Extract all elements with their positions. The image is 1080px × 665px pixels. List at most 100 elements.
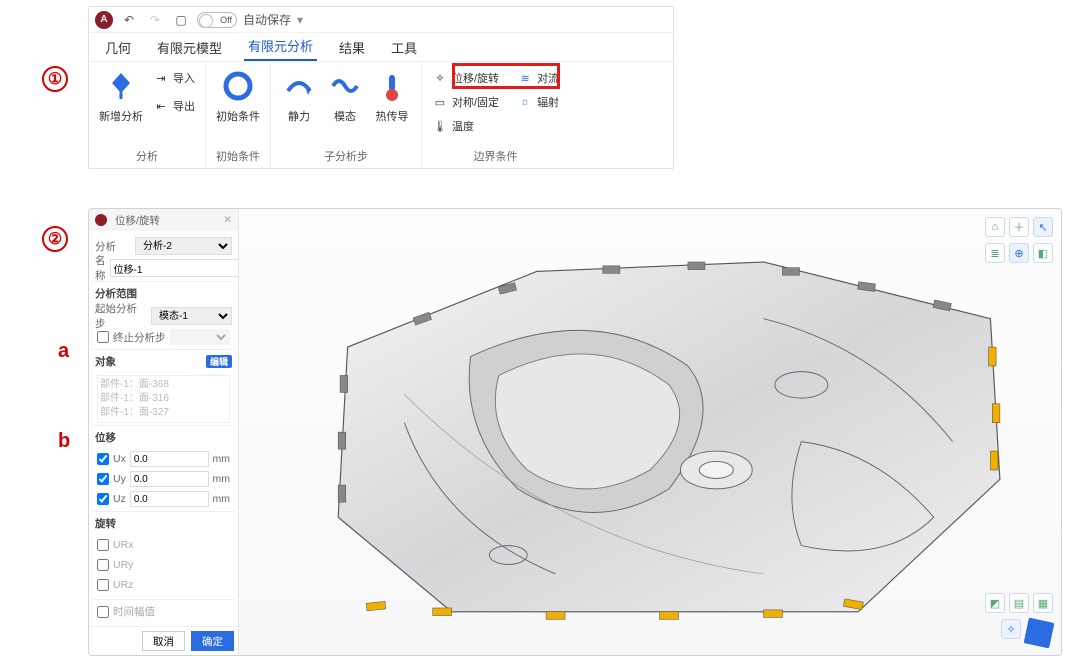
bc-symmetry-button[interactable]: ▭对称/固定 xyxy=(432,92,499,112)
urz-label: URz xyxy=(113,579,133,591)
vp-magnet-icon[interactable]: ⊕ xyxy=(1009,243,1029,263)
viewport-tools-bottom: ◩ ▤ ▦ ✧ xyxy=(985,593,1053,647)
bc-temperature-label: 温度 xyxy=(452,118,474,134)
panel-title: 位移/旋转 xyxy=(115,213,160,228)
undo-button[interactable]: ↶ xyxy=(119,10,139,30)
panel-close-icon[interactable]: ✕ xyxy=(223,214,232,226)
ok-button[interactable]: 确定 xyxy=(191,631,234,651)
vp-cube-icon[interactable]: ◧ xyxy=(1033,243,1053,263)
new-analysis-label: 新增分析 xyxy=(99,108,143,124)
import-button[interactable]: ⇥导入 xyxy=(153,68,195,88)
uz-checkbox[interactable] xyxy=(97,493,109,505)
ribbon-group-substep: 静力 模态 热传导 子分析步 xyxy=(271,62,422,168)
cancel-button[interactable]: 取消 xyxy=(142,631,185,651)
annotation-a: a xyxy=(58,340,69,363)
vp-layers-icon[interactable]: ≣ xyxy=(985,243,1005,263)
annotation-2: ② xyxy=(42,226,68,252)
startstep-select[interactable]: 模态-1 xyxy=(151,307,232,325)
urz-checkbox[interactable] xyxy=(97,579,109,591)
uy-label: Uy xyxy=(113,473,126,485)
analysis-select[interactable]: 分析-2 xyxy=(135,237,232,255)
panel-header: 位移/旋转 ✕ xyxy=(89,209,238,231)
vp-home-icon[interactable]: ⌂ xyxy=(985,217,1005,237)
vp-mode3-icon[interactable]: ▦ xyxy=(1033,593,1053,613)
modal-button[interactable]: 模态 xyxy=(327,68,363,124)
initial-condition-button[interactable]: 初始条件 xyxy=(216,68,260,124)
viewport-3d[interactable]: ⌂ ＋ ↖ ≣ ⊕ ◧ ◩ ▤ ▦ ✧ xyxy=(239,209,1061,655)
autosave-chevron-icon[interactable]: ▾ xyxy=(297,13,303,27)
urx-checkbox[interactable] xyxy=(97,539,109,551)
vp-cursor-icon[interactable]: ↖ xyxy=(1033,217,1053,237)
bc-symmetry-label: 对称/固定 xyxy=(452,94,499,110)
new-analysis-button[interactable]: 新增分析 xyxy=(99,68,143,124)
ribbon-body: 新增分析 ⇥导入 ⇤导出 分析 初始条件 初始条件 xyxy=(89,61,673,168)
bc-radiation-icon: ☼ xyxy=(517,94,533,110)
vp-nav-cube[interactable] xyxy=(1025,619,1053,647)
ribbon-group-analysis-label: 分析 xyxy=(136,146,158,166)
export-icon: ⇤ xyxy=(153,98,169,114)
bc-radiation-button[interactable]: ☼辐射 xyxy=(517,92,559,112)
panel-button-bar: 取消 确定 xyxy=(89,626,238,655)
modal-label: 模态 xyxy=(334,108,356,124)
model-render xyxy=(239,209,1061,655)
target-edit-badge[interactable]: 编辑 xyxy=(206,355,232,368)
uy-unit: mm xyxy=(213,473,231,485)
ury-checkbox[interactable] xyxy=(97,559,109,571)
target-item: 部件-1：面-368 xyxy=(100,378,227,392)
uz-input[interactable] xyxy=(130,491,209,507)
ribbon-group-substep-label: 子分析步 xyxy=(324,146,368,166)
export-label: 导出 xyxy=(173,98,195,114)
tab-fe-model[interactable]: 有限元模型 xyxy=(153,34,226,61)
autosave-label: 自动保存 xyxy=(243,11,291,28)
target-list[interactable]: 部件-1：面-368 部件-1：面-316 部件-1：面-327 xyxy=(97,375,230,423)
bc-temperature-button[interactable]: 🌡温度 xyxy=(432,116,499,136)
urx-label: URx xyxy=(113,539,133,551)
app-icon: A xyxy=(95,11,113,29)
uz-label: Uz xyxy=(113,493,126,505)
redo-button[interactable]: ↷ xyxy=(145,10,165,30)
panel-app-icon xyxy=(95,214,107,226)
menu-tabs: 几何 有限元模型 有限元分析 结果 工具 xyxy=(89,33,673,61)
ribbon-group-bc-label: 边界条件 xyxy=(474,146,518,166)
tab-fe-analysis[interactable]: 有限元分析 xyxy=(244,32,317,61)
vp-mode1-icon[interactable]: ◩ xyxy=(985,593,1005,613)
titlebar: A ↶ ↷ ▢ Off 自动保存 ▾ xyxy=(89,7,673,33)
ux-checkbox[interactable] xyxy=(97,453,109,465)
vp-axis-icon[interactable]: ✧ xyxy=(1001,619,1021,639)
tab-tools[interactable]: 工具 xyxy=(387,34,421,61)
ux-unit: mm xyxy=(213,453,231,465)
import-label: 导入 xyxy=(173,70,195,86)
static-button[interactable]: 静力 xyxy=(281,68,317,124)
name-input[interactable] xyxy=(110,259,239,277)
field-endstep-label: 终止分析步 xyxy=(113,330,166,345)
import-icon: ⇥ xyxy=(153,70,169,86)
heat-label: 热传导 xyxy=(376,108,409,124)
section-target-label: 对象 xyxy=(95,354,116,369)
tab-results[interactable]: 结果 xyxy=(335,34,369,61)
heat-button[interactable]: 热传导 xyxy=(373,68,411,124)
vp-mode2-icon[interactable]: ▤ xyxy=(1009,593,1029,613)
section-rotation-heading: 旋转 xyxy=(93,511,234,535)
endstep-select[interactable] xyxy=(170,329,231,345)
target-item: 部件-1：面-316 xyxy=(100,392,227,406)
autosave-toggle[interactable]: Off xyxy=(197,12,237,28)
export-button[interactable]: ⇤导出 xyxy=(153,96,195,116)
ribbon-group-initcond-label: 初始条件 xyxy=(216,146,260,166)
tab-geometry[interactable]: 几何 xyxy=(101,34,135,61)
initial-condition-icon xyxy=(220,68,256,104)
time-amplitude-label: 时间幅值 xyxy=(113,604,155,619)
ux-input[interactable] xyxy=(130,451,209,467)
time-amplitude-checkbox[interactable] xyxy=(97,606,109,618)
viewport-tools-top: ⌂ ＋ ↖ ≣ ⊕ ◧ xyxy=(985,217,1053,263)
uy-checkbox[interactable] xyxy=(97,473,109,485)
vp-plus-icon[interactable]: ＋ xyxy=(1009,217,1029,237)
endstep-checkbox[interactable] xyxy=(97,331,109,343)
uy-input[interactable] xyxy=(130,471,209,487)
initial-condition-label: 初始条件 xyxy=(216,108,260,124)
save-button[interactable]: ▢ xyxy=(171,10,191,30)
ux-label: Ux xyxy=(113,453,126,465)
autosave-toggle-text: Off xyxy=(220,15,232,25)
annotation-b: b xyxy=(58,430,70,453)
field-startstep-label: 起始分析步 xyxy=(95,301,147,331)
bc-radiation-label: 辐射 xyxy=(537,94,559,110)
